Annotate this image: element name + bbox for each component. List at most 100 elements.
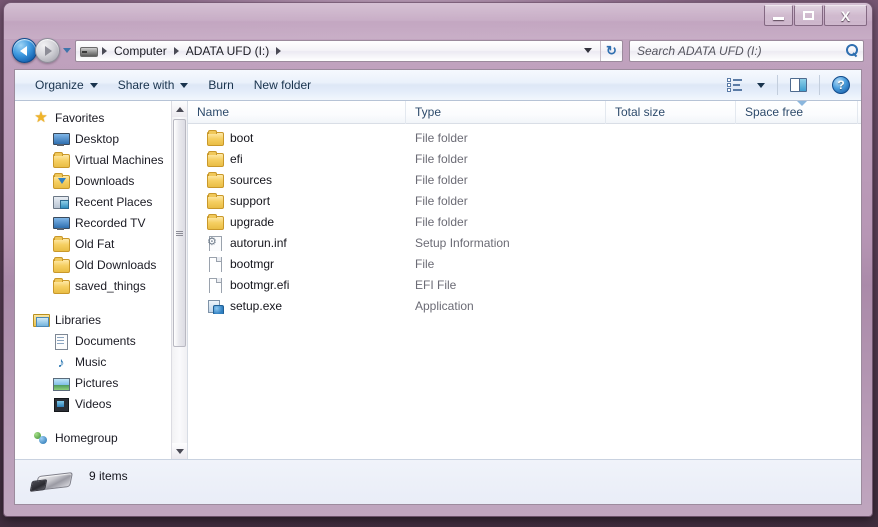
show-preview-pane-button[interactable] (783, 73, 814, 97)
sidebar-item-label: Music (75, 354, 107, 369)
forward-arrow-icon (45, 45, 52, 56)
sidebar-item-videos[interactable]: Videos (15, 393, 171, 414)
table-row[interactable]: sources File folder (188, 169, 861, 190)
column-header-total-size[interactable]: Total size (606, 100, 736, 124)
table-row[interactable]: support File folder (188, 190, 861, 211)
column-header-row: Name Type Total size Space free (188, 100, 861, 124)
table-row[interactable]: efi File folder (188, 148, 861, 169)
burn-button[interactable]: Burn (198, 74, 243, 97)
column-header-type[interactable]: Type (406, 100, 606, 124)
sidebar-section-libraries[interactable]: Libraries (15, 309, 171, 330)
close-button[interactable]: X (824, 5, 867, 26)
folder-icon (53, 151, 70, 168)
new-folder-button[interactable]: New folder (244, 74, 321, 97)
column-header-label: Total size (615, 104, 666, 119)
file-name-cell: support (188, 192, 406, 209)
sidebar-item-music[interactable]: ♪ Music (15, 351, 171, 372)
preview-pane-icon (790, 78, 807, 92)
file-type: EFI File (415, 277, 457, 292)
drive-icon (80, 44, 98, 57)
file-name-cell: bootmgr.efi (188, 277, 406, 293)
sidebar-item-desktop[interactable]: Desktop (15, 128, 171, 149)
maximize-button[interactable] (794, 5, 823, 26)
video-icon (53, 396, 69, 412)
sidebar-item-recent-places[interactable]: Recent Places (15, 191, 171, 212)
table-row[interactable]: boot File folder (188, 127, 861, 148)
sidebar-item-old-downloads[interactable]: Old Downloads (15, 254, 171, 275)
chevron-down-icon (757, 82, 765, 88)
share-with-button[interactable]: Share with (108, 74, 199, 97)
sidebar-item-label: Old Fat (75, 236, 115, 251)
column-header-label: Type (415, 104, 442, 119)
table-row[interactable]: bootmgr File (188, 253, 861, 274)
help-icon: ? (832, 76, 850, 94)
monitor-icon (53, 131, 70, 147)
star-icon: ★ (34, 108, 48, 126)
application-icon (207, 298, 224, 314)
table-row[interactable]: bootmgr.efi EFI File (188, 274, 861, 295)
sidebar-item-saved-things[interactable]: saved_things (15, 275, 171, 296)
refresh-button[interactable]: ↻ (600, 40, 622, 61)
sidebar-item-recorded-tv[interactable]: Recorded TV (15, 212, 171, 233)
scroll-up-button[interactable] (172, 101, 187, 117)
file-type: File folder (415, 151, 468, 166)
sidebar-item-label: Desktop (75, 131, 120, 146)
sidebar-item-label: Documents (75, 333, 136, 348)
monitor-icon (53, 215, 70, 231)
address-bar[interactable]: Computer ADATA UFD (I:) ↻ (75, 39, 623, 62)
change-view-button[interactable] (720, 73, 750, 97)
item-count-label: 9 items (89, 469, 128, 483)
search-box[interactable] (629, 39, 864, 62)
recent-pages-dropdown-icon[interactable] (63, 48, 71, 53)
recent-places-icon (53, 194, 69, 210)
breadcrumb: Computer ADATA UFD (I:) (80, 43, 578, 59)
library-icon (33, 312, 50, 328)
change-view-dropdown-button[interactable] (750, 73, 772, 97)
breadcrumb-item-computer[interactable]: Computer (111, 43, 170, 59)
column-header-label: Space free (745, 104, 804, 119)
sidebar-section-favorites[interactable]: ★ Favorites (15, 107, 171, 128)
table-row[interactable]: ⚙ autorun.inf Setup Information (188, 232, 861, 253)
navigation-pane-scrollbar[interactable] (171, 101, 187, 459)
column-header-space-free[interactable]: Space free (736, 100, 858, 124)
column-header-label: Name (197, 104, 230, 119)
sidebar-item-virtual-machines[interactable]: Virtual Machines (15, 149, 171, 170)
organize-button[interactable]: Organize (25, 74, 108, 97)
scrollbar-grip-icon (176, 230, 183, 236)
folder-icon (207, 150, 224, 167)
file-name: upgrade (230, 214, 275, 229)
sidebar-item-pictures[interactable]: Pictures (15, 372, 171, 393)
minimize-button[interactable] (764, 5, 793, 26)
chevron-down-icon (175, 448, 184, 454)
organize-label: Organize (35, 78, 84, 92)
homegroup-icon (33, 430, 49, 446)
help-button[interactable]: ? (825, 73, 857, 97)
share-with-label: Share with (117, 78, 175, 92)
sidebar-item-documents[interactable]: Documents (15, 330, 171, 351)
sidebar-item-downloads[interactable]: Downloads (15, 170, 171, 191)
scrollbar-track[interactable] (172, 117, 187, 443)
new-folder-label: New folder (253, 78, 312, 92)
column-header-name[interactable]: Name (188, 100, 406, 124)
scrollbar-thumb[interactable] (173, 119, 186, 347)
sidebar-item-old-fat[interactable]: Old Fat (15, 233, 171, 254)
breadcrumb-item-drive[interactable]: ADATA UFD (I:) (183, 43, 273, 59)
command-bar: Organize Share with Burn New folder ? (15, 70, 861, 101)
address-history-dropdown-icon[interactable] (584, 48, 592, 53)
scroll-down-button[interactable] (172, 443, 187, 459)
sidebar-section-homegroup[interactable]: Homegroup (15, 427, 171, 448)
file-list: boot File folder efi File folder sources… (188, 124, 861, 459)
table-row[interactable]: setup.exe Application (188, 295, 861, 316)
burn-label: Burn (208, 78, 234, 92)
search-input[interactable] (637, 43, 845, 58)
sort-descending-icon (796, 100, 807, 106)
maximize-icon (803, 11, 814, 20)
breadcrumb-separator-icon (102, 46, 107, 55)
window-titlebar[interactable]: X (4, 3, 872, 34)
column-header-filler (858, 101, 861, 124)
back-button[interactable] (12, 38, 37, 63)
breadcrumb-separator-icon (276, 46, 282, 55)
forward-button[interactable] (35, 38, 60, 63)
table-row[interactable]: upgrade File folder (188, 211, 861, 232)
